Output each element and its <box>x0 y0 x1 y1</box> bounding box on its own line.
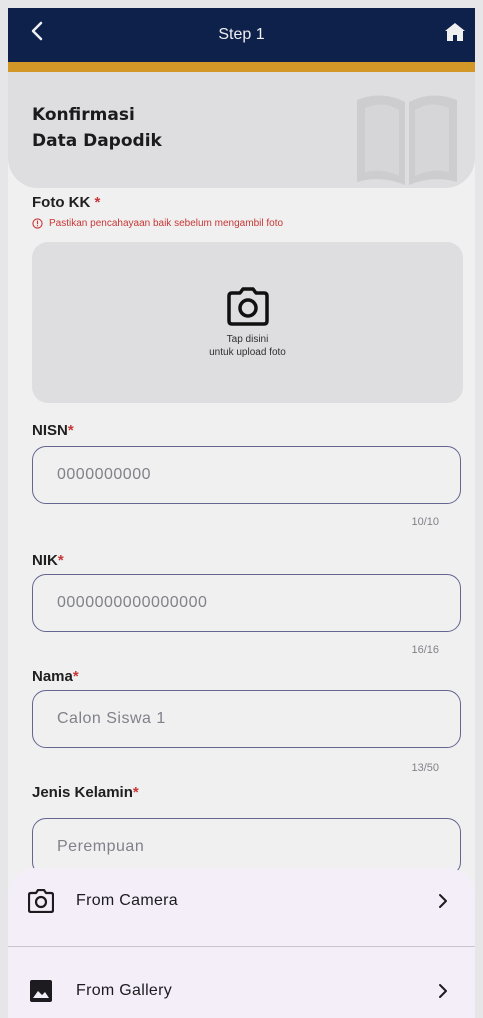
required-mark: * <box>67 422 74 439</box>
camera-icon <box>226 286 269 326</box>
foto-kk-label: Foto KK * <box>32 194 100 211</box>
upload-hint: Tap disini untuk upload foto <box>209 333 286 358</box>
required-mark: * <box>57 552 64 569</box>
photo-upload-area[interactable]: Tap disini untuk upload foto <box>32 242 463 403</box>
photo-warning-text: Pastikan pencahayaan baik sebelum mengam… <box>49 218 284 229</box>
photo-warning: Pastikan pencahayaan baik sebelum mengam… <box>32 218 283 229</box>
from-camera-option[interactable]: From Camera <box>8 868 475 934</box>
photo-source-sheet: From Camera From Gallery <box>8 868 475 1018</box>
warning-icon <box>32 218 43 229</box>
image-icon <box>30 980 52 1002</box>
foto-kk-label-text: Foto KK <box>32 194 91 211</box>
required-mark: * <box>132 784 139 801</box>
book-illustration-icon <box>357 95 457 185</box>
chevron-right-icon <box>439 894 447 908</box>
from-gallery-label: From Gallery <box>76 982 173 999</box>
nisn-label-text: NISN <box>32 422 68 439</box>
nisn-label: NISN* <box>32 422 74 439</box>
chevron-right-icon <box>439 984 447 998</box>
nama-input[interactable]: Calon Siswa 1 <box>32 690 461 748</box>
jenis-kelamin-label: Jenis Kelamin* <box>32 784 139 801</box>
home-icon[interactable] <box>443 20 467 44</box>
from-gallery-option[interactable]: From Gallery <box>8 958 475 1018</box>
nik-label-text: NIK <box>32 552 58 569</box>
sheet-divider <box>8 946 475 947</box>
nisn-counter: 10/10 <box>411 516 439 528</box>
nik-counter: 16/16 <box>411 644 439 656</box>
accent-stripe <box>8 62 475 72</box>
app-bar-title: Step 1 <box>218 26 265 43</box>
from-camera-label: From Camera <box>76 892 178 909</box>
nama-counter: 13/50 <box>411 762 439 774</box>
nisn-input[interactable]: 0000000000 <box>32 446 461 504</box>
required-mark: * <box>94 194 101 211</box>
back-chevron-icon[interactable] <box>26 19 50 43</box>
jenis-kelamin-label-text: Jenis Kelamin <box>32 784 133 801</box>
page-title: Konfirmasi Data Dapodik <box>32 105 162 151</box>
required-mark: * <box>72 668 79 685</box>
camera-icon <box>28 889 54 913</box>
nama-label-text: Nama <box>32 668 73 685</box>
nik-label: NIK* <box>32 552 64 569</box>
nama-label: Nama* <box>32 668 79 685</box>
app-bar: Step 1 <box>8 8 475 62</box>
header-card: Konfirmasi Data Dapodik <box>8 72 475 188</box>
nik-input[interactable]: 0000000000000000 <box>32 574 461 632</box>
